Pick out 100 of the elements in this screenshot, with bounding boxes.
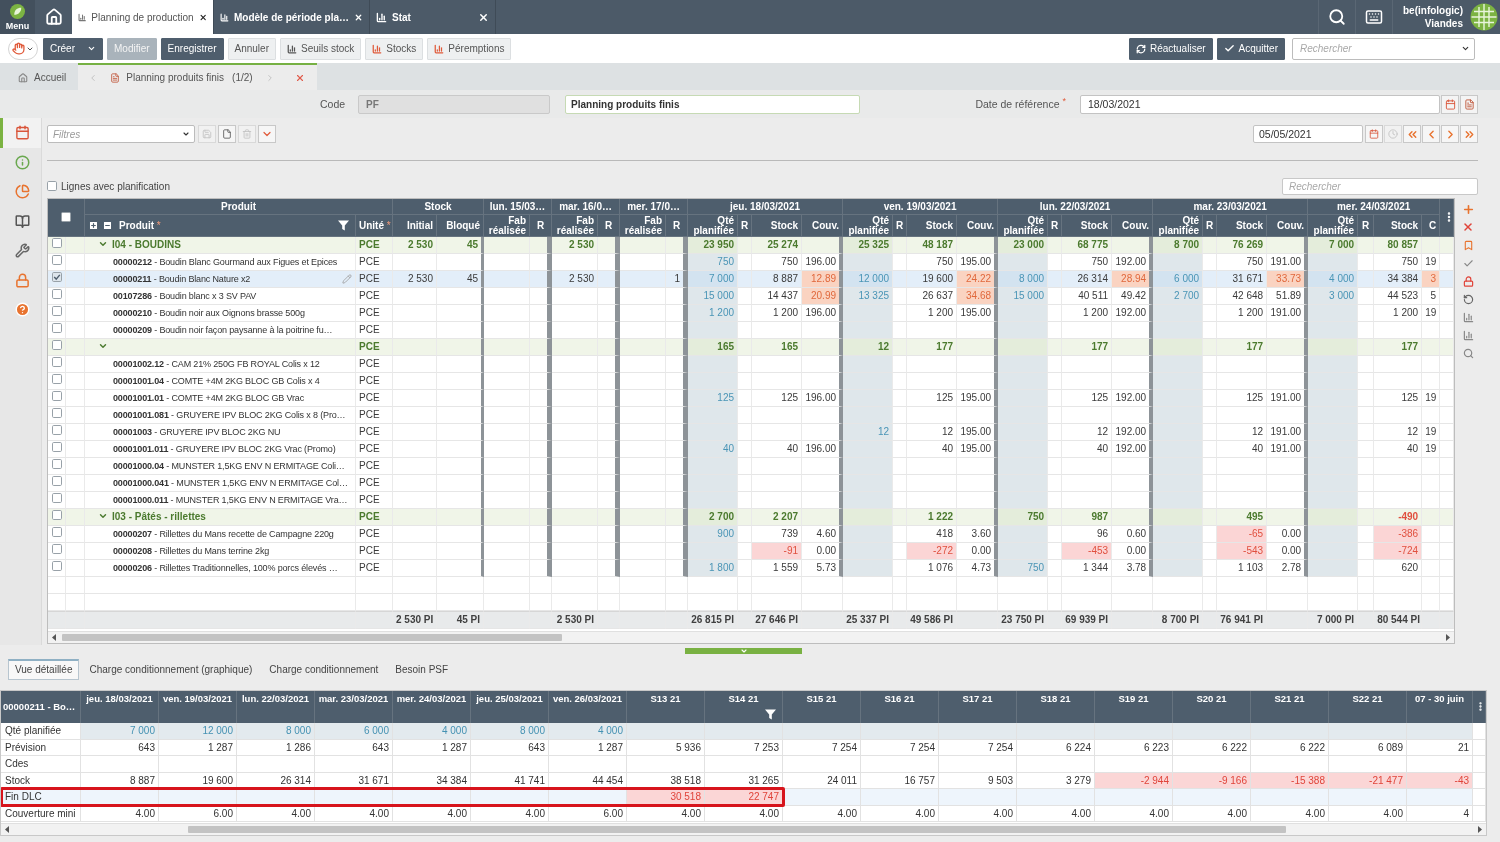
calendar-button[interactable]	[1365, 125, 1383, 143]
check-icon[interactable]	[1462, 257, 1474, 269]
filter-icon[interactable]	[765, 709, 776, 720]
horizontal-scrollbar[interactable]	[1, 823, 1486, 835]
quantity-cell: 2 530	[393, 237, 437, 254]
row-checkbox[interactable]	[51, 238, 62, 248]
last-button[interactable]	[1460, 125, 1478, 143]
app-tab[interactable]: Planning de production	[72, 0, 214, 34]
action-button[interactable]: Réactualiser	[1128, 37, 1213, 60]
plus-icon[interactable]	[1461, 202, 1475, 216]
breadcrumb-tab[interactable]: Accueil	[8, 63, 79, 90]
row-checkbox[interactable]	[51, 408, 62, 418]
row-checkbox[interactable]	[51, 357, 62, 367]
row-checkbox[interactable]	[51, 476, 62, 486]
file-icon	[222, 129, 232, 139]
splitter-handle[interactable]	[685, 648, 802, 654]
column-header: R	[530, 215, 553, 237]
row-checkbox[interactable]	[51, 289, 62, 299]
scroll-left-icon[interactable]	[52, 634, 56, 641]
bookmark-icon[interactable]	[1462, 239, 1474, 251]
pointer-menu-button[interactable]	[8, 37, 38, 60]
toolbar-button[interactable]: Stocks	[365, 37, 424, 60]
dropdown-button[interactable]	[258, 125, 276, 143]
chart-icon[interactable]	[1462, 311, 1474, 323]
check-icon	[1223, 43, 1235, 54]
sidebar-item[interactable]	[0, 118, 41, 148]
breadcrumb-tab[interactable]: Planning produits finis (1/2)	[78, 63, 317, 90]
row-checkbox[interactable]	[51, 306, 62, 316]
scrollbar-thumb[interactable]	[188, 826, 1286, 833]
row-checkbox[interactable]	[51, 442, 62, 452]
home-icon	[44, 8, 63, 26]
previous-button[interactable]	[1422, 125, 1440, 143]
caret-icon[interactable]	[98, 341, 108, 351]
view-tab[interactable]: Charge conditionnement (graphique)	[82, 658, 260, 680]
toolbar-button[interactable]: Créer	[43, 37, 103, 60]
stock-cell: 177	[907, 339, 958, 356]
new-button[interactable]	[218, 125, 236, 143]
row-checkbox[interactable]	[51, 527, 62, 537]
scroll-right-icon[interactable]	[1478, 826, 1482, 833]
pie-chart-icon	[14, 184, 30, 200]
chart-icon	[286, 43, 297, 54]
caret-icon[interactable]	[98, 239, 108, 249]
toolbar-button[interactable]: Péremptions	[427, 37, 512, 60]
scroll-right-icon[interactable]	[1446, 634, 1450, 641]
row-checkbox[interactable]	[51, 323, 62, 333]
view-tab[interactable]: Besoin PSF	[388, 658, 456, 680]
row-checkbox[interactable]	[51, 340, 62, 350]
menu-button[interactable]: Menu	[0, 0, 35, 34]
row-checkbox[interactable]	[51, 272, 62, 282]
row-checkbox[interactable]	[51, 510, 62, 520]
pencil-icon[interactable]	[342, 274, 352, 284]
table-cell: 12 000	[159, 723, 237, 740]
date-field[interactable]: 05/05/2021	[1253, 125, 1363, 143]
column-header: R	[1358, 215, 1375, 237]
search-icon[interactable]	[1462, 347, 1474, 359]
caret-icon[interactable]	[98, 511, 108, 521]
checkbox[interactable]	[47, 181, 57, 191]
filter-icon[interactable]	[338, 220, 349, 231]
unit-cell: PCE	[356, 424, 393, 441]
undo-icon[interactable]	[1462, 293, 1474, 305]
chart-icon	[78, 11, 87, 23]
column-header: R	[738, 215, 753, 237]
close-icon[interactable]	[478, 11, 489, 23]
row-checkbox[interactable]	[51, 255, 62, 265]
stock-cell: -386	[1374, 526, 1423, 543]
coverage-cell: 4.73	[957, 560, 999, 577]
row-label: Couverture mini	[4, 806, 76, 821]
horizontal-scrollbar[interactable]	[48, 631, 1454, 643]
row-checkbox[interactable]	[51, 391, 62, 401]
toolbar-button[interactable]: Enregistrer	[160, 37, 224, 60]
next-button[interactable]	[1441, 125, 1459, 143]
collapse-all-icon[interactable]	[102, 220, 113, 231]
calendar-button[interactable]	[1441, 94, 1459, 114]
product-name: 00000207 - Rillettes du Mans recette de Campagne 220g	[113, 529, 334, 539]
scrollbar-thumb[interactable]	[62, 634, 562, 641]
column-group-header: Stock	[393, 199, 484, 215]
first-button[interactable]	[1403, 125, 1421, 143]
row-checkbox[interactable]	[51, 459, 62, 469]
row-checkbox[interactable]	[51, 561, 62, 571]
product-name: 00107286 - Boudin blanc x 3 SV PAV	[113, 291, 257, 301]
chart-icon[interactable]	[1462, 329, 1474, 341]
action-button[interactable]: Acquitter	[1216, 37, 1285, 60]
row-checkbox[interactable]	[51, 425, 62, 435]
row-checkbox[interactable]	[51, 493, 62, 503]
document-button[interactable]	[1460, 94, 1478, 114]
date-field[interactable]: 18/03/2021	[1080, 94, 1440, 114]
view-tab[interactable]: Vue détaillée	[8, 658, 80, 680]
view-tab[interactable]: Charge conditionnement	[262, 658, 386, 680]
planned-cell: 1 200	[688, 305, 739, 322]
lock-icon[interactable]	[1462, 275, 1474, 287]
expand-all-icon[interactable]	[88, 220, 99, 231]
toolbar-button[interactable]: Seuils stock	[279, 37, 362, 60]
row-checkbox[interactable]	[51, 544, 62, 554]
select-all-checkbox[interactable]	[61, 211, 71, 222]
name-field[interactable]: Planning produits finis	[565, 94, 861, 114]
toolbar-button[interactable]: Annuler	[227, 37, 276, 60]
scroll-left-icon[interactable]	[5, 826, 9, 833]
unit-cell: PCE	[356, 373, 393, 390]
coverage-cell: 19	[1422, 254, 1441, 271]
row-checkbox[interactable]	[51, 374, 62, 384]
